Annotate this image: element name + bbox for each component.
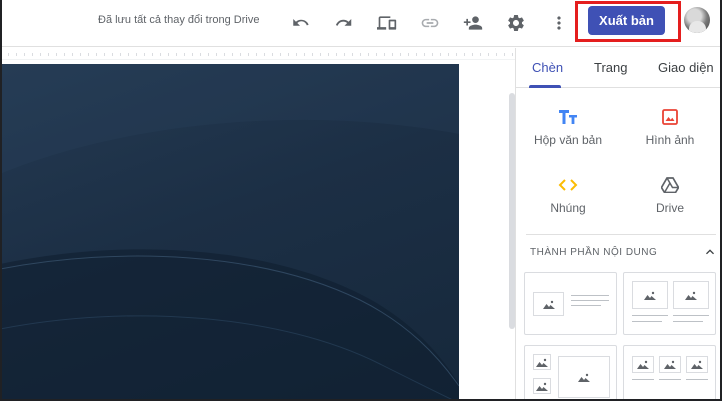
layout-text-line	[571, 300, 609, 301]
layout-text-line	[659, 379, 681, 380]
layout-image-left-text[interactable]	[524, 272, 617, 335]
settings-gear-icon[interactable]	[503, 10, 529, 36]
tab-themes[interactable]: Giao diện	[658, 60, 714, 75]
layout-image-placeholder-icon	[686, 356, 708, 373]
layout-three-images[interactable]	[623, 345, 716, 401]
insert-image-label: Hình ảnh	[645, 133, 695, 147]
preview-devices-icon[interactable]	[374, 10, 400, 36]
panel-tabs: Chèn Trang Giao diện	[516, 48, 722, 88]
save-status-text: Đã lưu tất cả thay đổi trong Drive	[98, 14, 260, 26]
side-panel: Chèn Trang Giao diện Hộp văn bản Hình ản…	[515, 48, 722, 401]
layout-two-images[interactable]	[623, 272, 716, 335]
tab-insert[interactable]: Chèn	[532, 60, 563, 75]
editor-canvas	[0, 48, 515, 401]
layout-text-line	[632, 379, 654, 380]
insert-embed[interactable]: Nhúng	[518, 174, 618, 234]
layout-image-placeholder-icon	[632, 356, 654, 373]
link-icon[interactable]	[417, 10, 443, 36]
insert-text-box-label: Hộp văn bản	[533, 133, 603, 147]
more-vert-icon[interactable]	[546, 10, 572, 36]
ruler	[0, 48, 515, 60]
chevron-up-icon[interactable]	[702, 244, 718, 260]
insert-drive[interactable]: Drive	[620, 174, 720, 234]
image-icon	[620, 106, 720, 128]
text-box-icon	[518, 106, 618, 128]
layout-image-placeholder-icon	[533, 378, 551, 394]
content-blocks-title: THÀNH PHẦN NỘI DUNG	[530, 247, 658, 258]
layout-image-placeholder-icon	[673, 281, 709, 309]
insert-drive-label: Drive	[655, 201, 684, 215]
layout-image-placeholder-icon	[533, 354, 551, 370]
undo-icon[interactable]	[288, 10, 314, 36]
embed-code-icon	[518, 174, 618, 196]
insert-embed-label: Nhúng	[550, 201, 586, 215]
avatar[interactable]	[684, 7, 710, 33]
layout-text-line	[571, 295, 609, 296]
publish-button[interactable]: Xuất bản	[588, 6, 665, 35]
layout-text-line	[571, 305, 601, 306]
tab-pages[interactable]: Trang	[594, 60, 627, 75]
layout-image-placeholder-icon	[632, 281, 668, 309]
hero-curve-graphic	[0, 64, 459, 401]
layout-image-placeholder-icon	[659, 356, 681, 373]
active-tab-indicator	[529, 85, 561, 88]
redo-icon[interactable]	[331, 10, 357, 36]
top-toolbar: Đã lưu tất cả thay đổi trong Drive Xuất …	[0, 0, 722, 47]
layout-image-placeholder-icon	[558, 356, 610, 398]
layout-text-line	[632, 321, 662, 322]
layout-text-line	[673, 321, 703, 322]
drive-icon	[620, 174, 720, 196]
layout-gallery[interactable]	[524, 345, 617, 401]
layout-image-placeholder-icon	[533, 292, 564, 316]
layout-text-line	[632, 315, 668, 316]
insert-text-box[interactable]: Hộp văn bản	[518, 106, 618, 166]
section-divider	[526, 234, 716, 235]
layout-text-line	[686, 379, 708, 380]
hero-image-section[interactable]	[0, 64, 459, 401]
insert-image[interactable]: Hình ảnh	[620, 106, 720, 166]
layout-text-line	[673, 315, 709, 316]
share-add-person-icon[interactable]	[460, 10, 486, 36]
